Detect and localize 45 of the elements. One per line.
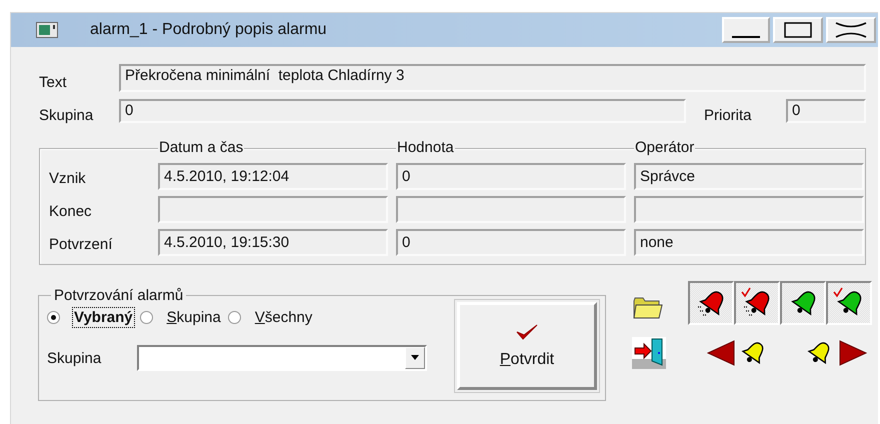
minimize-icon xyxy=(732,36,760,38)
maximize-button[interactable] xyxy=(773,17,823,43)
exit-door-icon[interactable] xyxy=(632,337,666,369)
event-field[interactable] xyxy=(158,196,388,223)
caret-icon xyxy=(410,355,420,361)
group-label: Skupina xyxy=(47,350,102,366)
window-title: alarm_1 - Podrobný popis alarmu xyxy=(90,21,327,39)
radio-button[interactable] xyxy=(228,311,241,324)
group-dropdown[interactable] xyxy=(137,345,427,371)
row-label: Konec xyxy=(49,202,93,220)
radio-button[interactable] xyxy=(140,311,153,324)
radio-label[interactable]: Vybraný xyxy=(72,307,135,328)
radio-label[interactable]: Všechny xyxy=(252,307,314,328)
event-field[interactable]: none xyxy=(634,229,864,256)
radio-button[interactable] xyxy=(47,311,60,324)
event-field[interactable]: 4.5.2010, 19:15:30 xyxy=(158,229,388,256)
event-field[interactable]: 4.5.2010, 19:12:04 xyxy=(158,163,388,190)
bell-filter-button[interactable] xyxy=(688,281,734,325)
row-label: Vznik xyxy=(49,169,87,187)
minimize-button[interactable] xyxy=(722,17,770,43)
next-arrow-icon[interactable] xyxy=(838,339,868,367)
row-label: Potvrzení xyxy=(49,235,114,253)
bell-filter-button[interactable] xyxy=(734,281,780,325)
close-icon xyxy=(834,20,868,40)
group-label: Skupina xyxy=(39,106,94,124)
bell-filter-button[interactable] xyxy=(780,281,826,325)
event-field[interactable]: 0 xyxy=(396,229,626,256)
group-field[interactable]: 0 xyxy=(119,99,686,123)
event-field[interactable] xyxy=(634,196,864,223)
dropdown-button[interactable] xyxy=(405,347,425,369)
previous-arrow-icon[interactable] xyxy=(706,339,736,367)
priority-label: Priorita xyxy=(704,106,753,124)
priority-field[interactable]: 0 xyxy=(786,99,866,123)
close-button[interactable] xyxy=(826,17,876,43)
text-label: Text xyxy=(39,72,68,90)
event-field[interactable]: Správce xyxy=(634,163,864,190)
event-field[interactable] xyxy=(396,196,626,223)
window-icon xyxy=(36,22,58,38)
bell-filter-button[interactable] xyxy=(826,281,872,325)
group-box-title: Potvrzování alarmů xyxy=(53,287,184,304)
radio-label[interactable]: Skupina xyxy=(164,307,223,328)
column-header: Operátor xyxy=(634,139,696,157)
text-field[interactable]: Překročena minimální teplota Chladírny 3 xyxy=(119,64,866,92)
event-field[interactable]: 0 xyxy=(396,163,626,190)
confirm-button[interactable]: Potvrdit xyxy=(457,302,597,390)
